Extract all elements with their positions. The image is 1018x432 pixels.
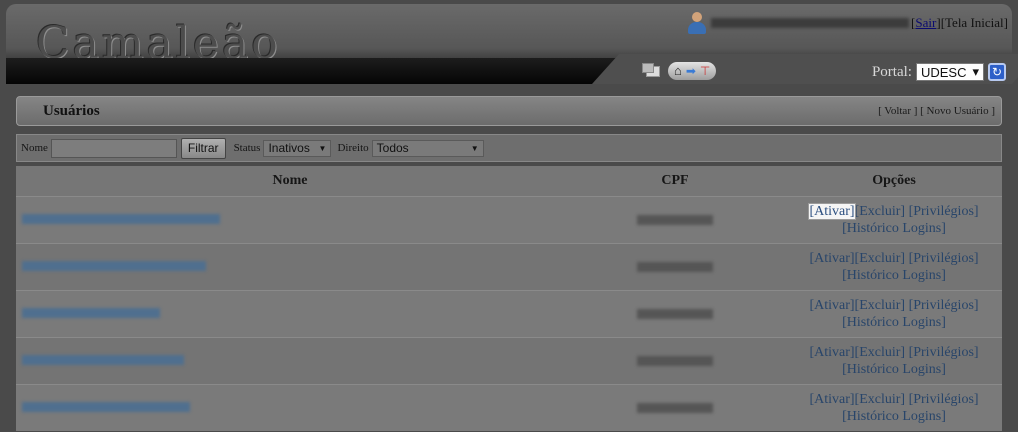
privileges-link[interactable]: [Privilégios] bbox=[909, 392, 979, 407]
page-title: Usuários bbox=[43, 103, 100, 119]
logout-link[interactable]: Sair bbox=[915, 15, 936, 30]
row-options: [Ativar][Excluir] [Privilégios] [Históric… bbox=[786, 297, 1002, 331]
filter-bar: Nome Filtrar Status Inativos ▼ Direito T… bbox=[16, 134, 1002, 162]
row-options: [Ativar][Excluir] [Privilégios] [Históric… bbox=[786, 250, 1002, 284]
users-table: Nome CPF Opções [Ativar][Excluir] [Privi… bbox=[16, 166, 1002, 431]
header-opcoes: Opções bbox=[872, 173, 916, 188]
arrow-icon[interactable]: ➡ bbox=[686, 64, 696, 79]
status-select[interactable]: Inativos ▼ bbox=[263, 139, 332, 157]
direito-select[interactable]: Todos ▼ bbox=[371, 139, 484, 157]
table-row: [Ativar][Excluir] [Privilégios] [Históric… bbox=[16, 243, 1002, 290]
privileges-link[interactable]: [Privilégios] bbox=[909, 345, 979, 360]
delete-link[interactable]: [Excluir] bbox=[855, 251, 906, 266]
chevron-down-icon: ▾ bbox=[972, 64, 979, 79]
privileges-link[interactable]: [Privilégios] bbox=[909, 204, 979, 219]
table-row: [Ativar][Excluir] [Privilégios] [Históric… bbox=[16, 290, 1002, 337]
login-history-link[interactable]: [Histórico Logins] bbox=[842, 409, 946, 424]
home-icon[interactable]: ⌂ bbox=[674, 63, 682, 79]
header-nome: Nome bbox=[272, 173, 308, 188]
direito-label: Direito bbox=[337, 142, 369, 154]
privileges-link[interactable]: [Privilégios] bbox=[909, 251, 979, 266]
nome-input[interactable] bbox=[50, 138, 177, 158]
activate-link[interactable]: [Ativar] bbox=[808, 203, 856, 220]
row-options: [Ativar][Excluir] [Privilégios] [Históric… bbox=[786, 391, 1002, 425]
header-cpf: CPF bbox=[661, 173, 689, 188]
user-bar: [Sair][Tela Inicial] bbox=[687, 12, 1008, 34]
chevron-down-icon: ▼ bbox=[470, 143, 479, 153]
table-row: [Ativar][Excluir] [Privilégios] [Históric… bbox=[16, 337, 1002, 384]
nome-label: Nome bbox=[21, 142, 48, 154]
activate-link[interactable]: [Ativar] bbox=[809, 345, 854, 360]
user-cpf bbox=[637, 309, 713, 319]
user-name-link[interactable] bbox=[22, 308, 160, 318]
user-cpf bbox=[637, 262, 713, 272]
app-header: Camaleão [Sair][Tela Inicial] ⌂ ➡ ⊤ Port… bbox=[6, 4, 1018, 84]
page-title-panel: Usuários [ Voltar ] [ Novo Usuário ] bbox=[16, 96, 1002, 126]
chevron-down-icon: ▼ bbox=[318, 143, 327, 153]
row-options: [Ativar][Excluir] [Privilégios] [Históric… bbox=[786, 203, 1002, 237]
table-row: [Ativar][Excluir] [Privilégios] [Históric… bbox=[16, 384, 1002, 431]
user-cpf bbox=[637, 215, 713, 225]
activate-link[interactable]: [Ativar] bbox=[809, 251, 854, 266]
user-name-link[interactable] bbox=[22, 402, 190, 412]
delete-link[interactable]: [Excluir] bbox=[855, 392, 906, 407]
user-name-link[interactable] bbox=[22, 355, 184, 365]
user-name-redacted bbox=[711, 18, 910, 28]
login-history-link[interactable]: [Histórico Logins] bbox=[842, 221, 946, 236]
sitemap-icon[interactable]: ⊤ bbox=[700, 64, 710, 79]
user-links: [Sair][Tela Inicial] bbox=[911, 15, 1008, 30]
delete-link[interactable]: [Excluir] bbox=[855, 204, 906, 219]
filter-button[interactable]: Filtrar bbox=[180, 137, 226, 159]
delete-link[interactable]: [Excluir] bbox=[855, 298, 906, 313]
panel-actions[interactable]: [ Voltar ] [ Novo Usuário ] bbox=[878, 105, 995, 117]
user-cpf bbox=[637, 356, 713, 366]
nav-pill: ⌂ ➡ ⊤ bbox=[668, 62, 717, 80]
login-history-link[interactable]: [Histórico Logins] bbox=[842, 268, 946, 283]
activate-link[interactable]: [Ativar] bbox=[809, 392, 854, 407]
portal-label: Portal: bbox=[871, 63, 912, 80]
refresh-icon[interactable]: ↻ bbox=[988, 63, 1006, 81]
user-name-link[interactable] bbox=[22, 261, 206, 271]
row-options: [Ativar][Excluir] [Privilégios] [Históric… bbox=[786, 344, 1002, 378]
login-history-link[interactable]: [Histórico Logins] bbox=[842, 362, 946, 377]
user-icon bbox=[687, 12, 707, 34]
user-cpf bbox=[637, 403, 713, 413]
table-row: [Ativar][Excluir] [Privilégios] [Históric… bbox=[16, 196, 1002, 243]
home-screen-link[interactable]: [Tela Inicial] bbox=[941, 15, 1008, 30]
toolbar-icons: ⌂ ➡ ⊤ bbox=[642, 62, 717, 80]
portal-selector: Portal: UDESC ▾ bbox=[872, 63, 984, 81]
activate-link[interactable]: [Ativar] bbox=[809, 298, 854, 313]
privileges-link[interactable]: [Privilégios] bbox=[909, 298, 979, 313]
portal-select[interactable]: UDESC ▾ bbox=[915, 63, 984, 81]
windows-icon[interactable] bbox=[642, 62, 660, 77]
user-name-link[interactable] bbox=[22, 214, 220, 224]
table-header: Nome CPF Opções bbox=[16, 166, 1002, 196]
delete-link[interactable]: [Excluir] bbox=[855, 345, 906, 360]
login-history-link[interactable]: [Histórico Logins] bbox=[842, 315, 946, 330]
status-label: Status bbox=[233, 142, 261, 154]
